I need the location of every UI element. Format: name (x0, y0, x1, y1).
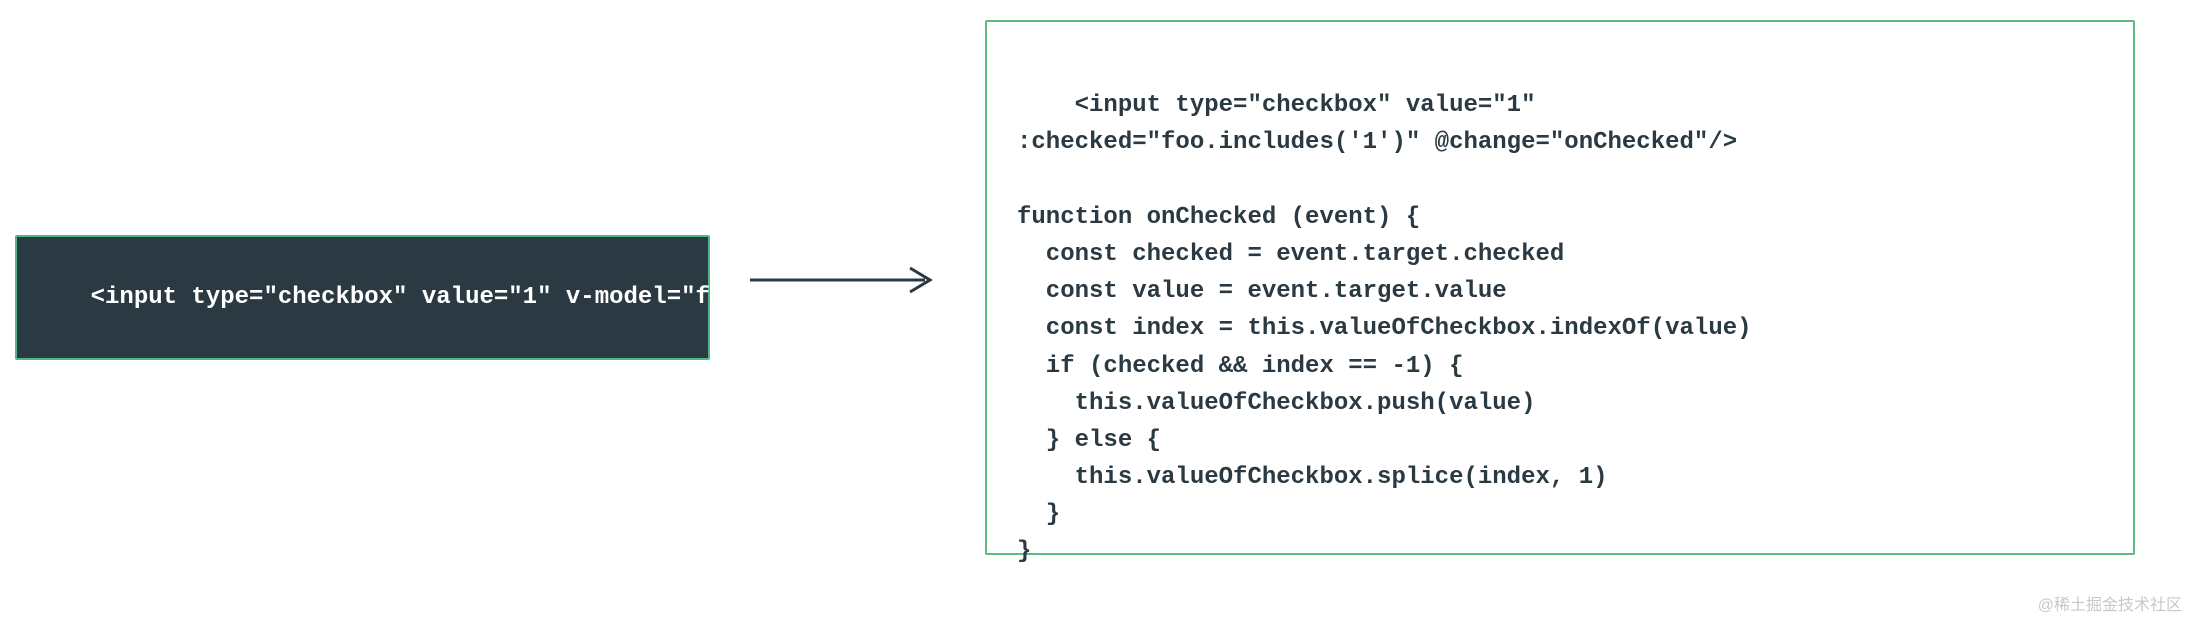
expanded-code-text: <input type="checkbox" value="1" :checke… (1017, 92, 1752, 565)
arrow-icon (750, 260, 940, 300)
expanded-code-box: <input type="checkbox" value="1" :checke… (985, 20, 2135, 555)
watermark-text: @稀土掘金技术社区 (2038, 591, 2182, 615)
diagram-container: <input type="checkbox" value="1" v-model… (0, 0, 2200, 625)
source-code-box: <input type="checkbox" value="1" v-model… (15, 235, 710, 360)
source-code-text: <input type="checkbox" value="1" v-model… (91, 284, 797, 311)
